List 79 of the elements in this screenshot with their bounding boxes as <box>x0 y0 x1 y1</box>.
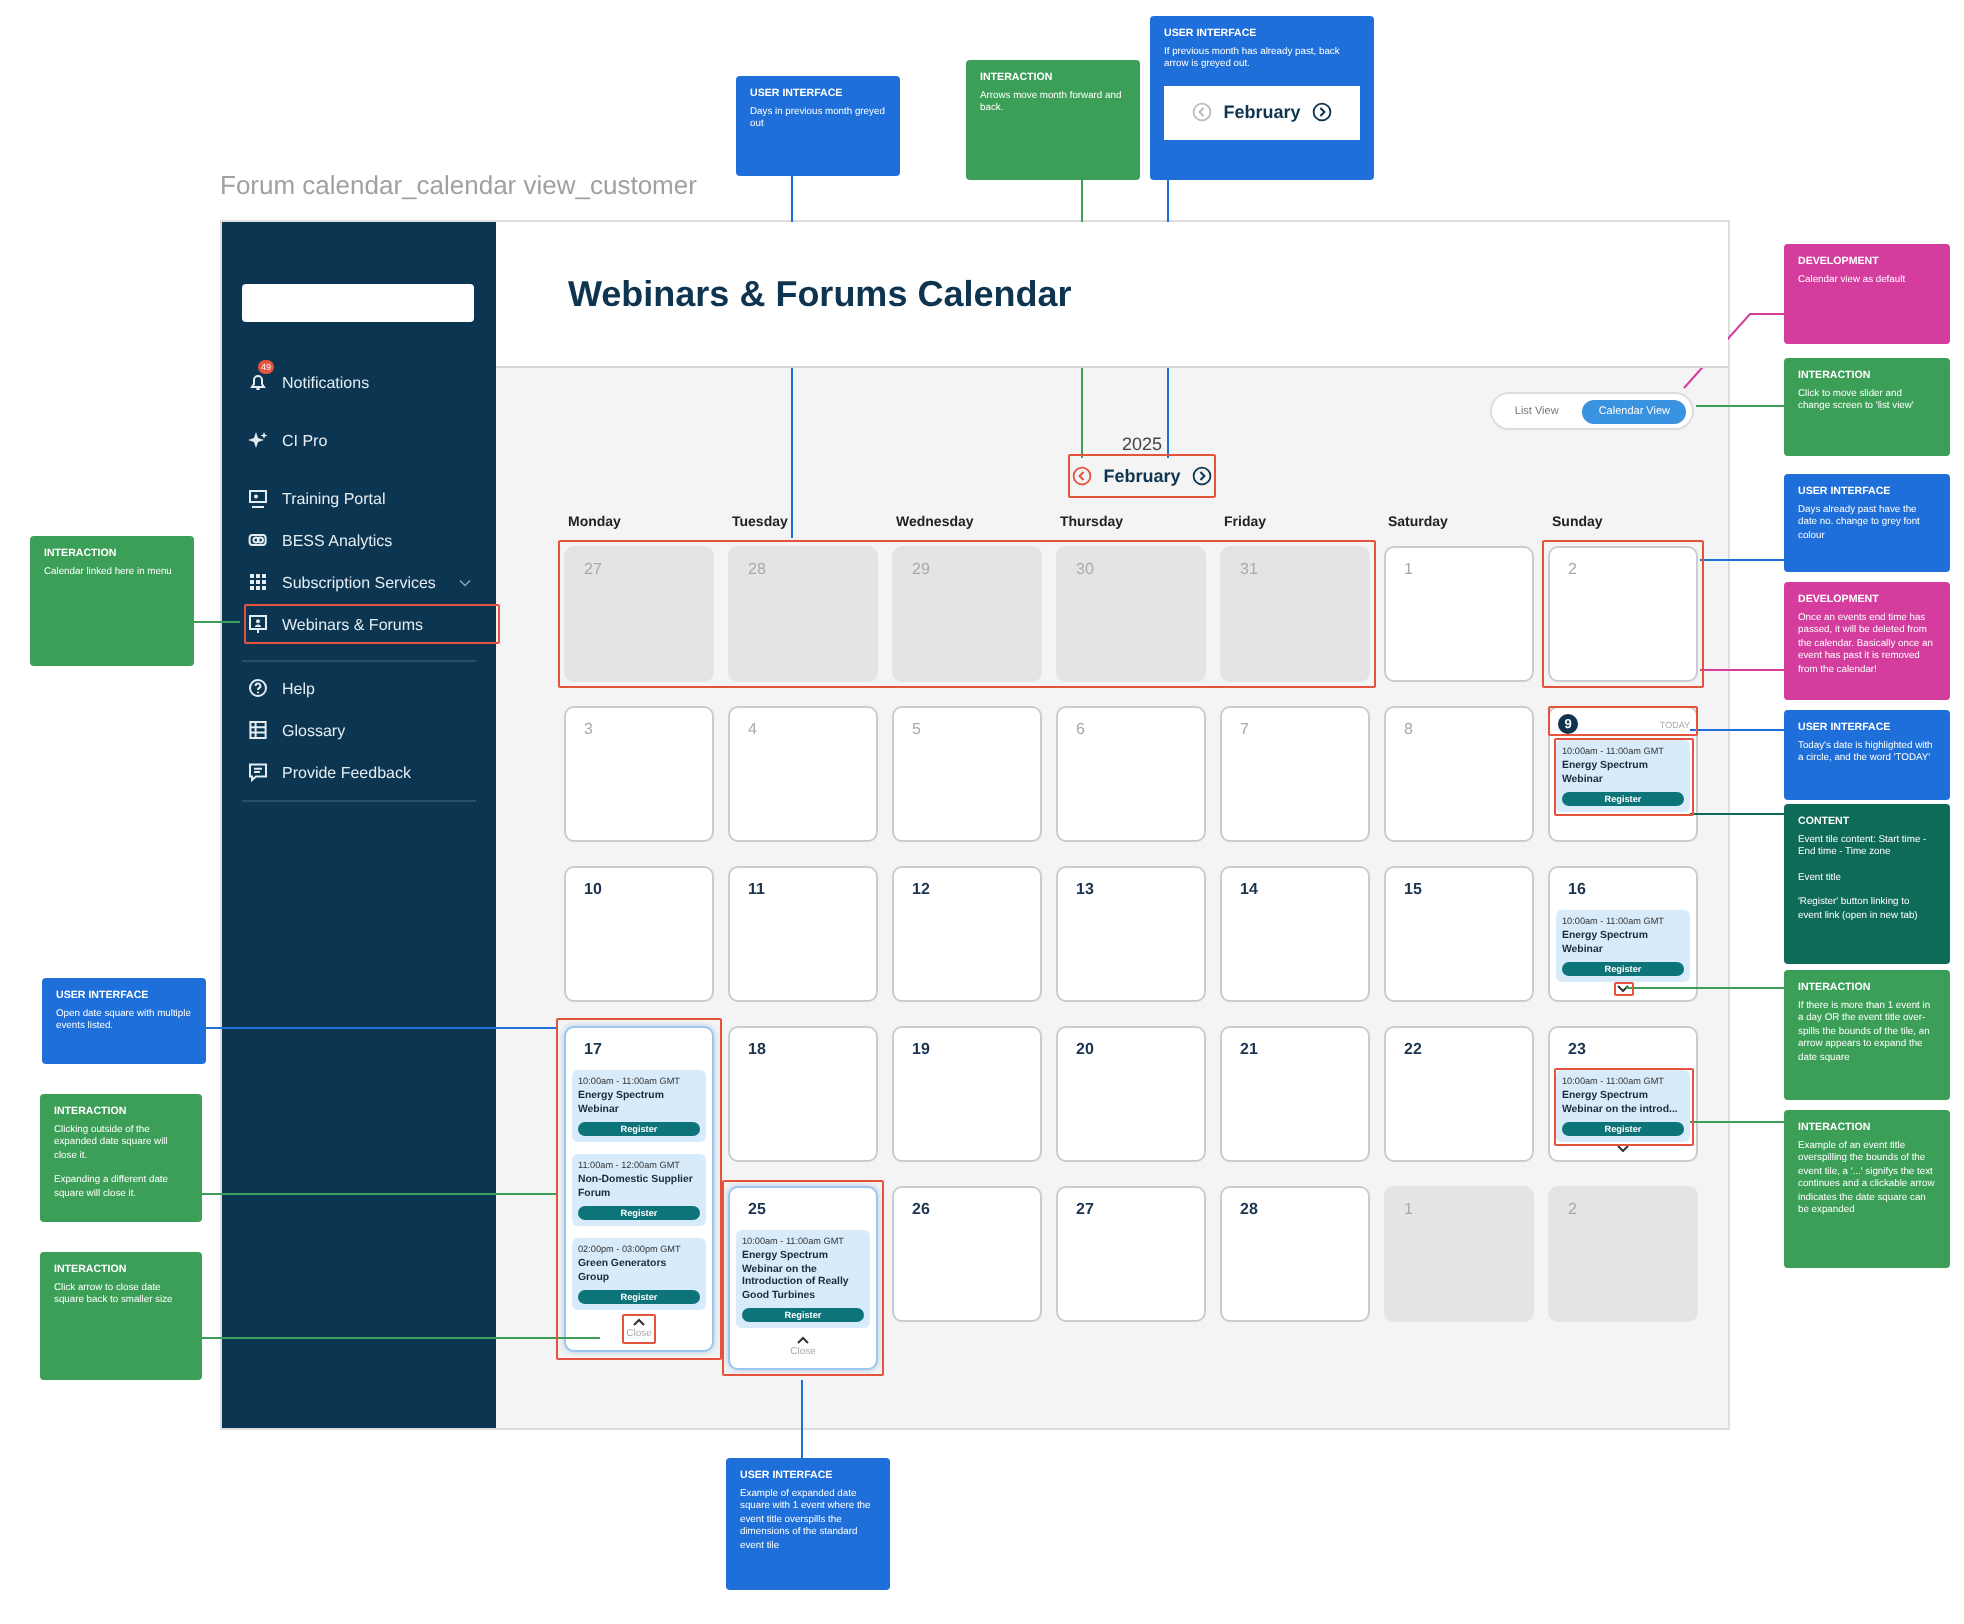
date-number: 5 <box>910 718 921 740</box>
date-number: 30 <box>1074 558 1094 580</box>
previous-month-icon[interactable] <box>1071 466 1092 486</box>
date-square[interactable]: 14 <box>1220 866 1370 1002</box>
date-number: 22 <box>1402 1038 1422 1060</box>
chat-icon <box>248 762 268 782</box>
date-square[interactable]: 13 <box>1056 866 1206 1002</box>
date-square[interactable]: 12 <box>892 866 1042 1002</box>
date-number: 1 <box>1402 558 1413 580</box>
date-number: 23 <box>1566 1038 1586 1060</box>
date-number: 10 <box>582 878 602 900</box>
expand-chevron-icon[interactable] <box>1616 984 1630 992</box>
date-number: 20 <box>1074 1038 1094 1060</box>
page-title: Forum calendar_calendar view_customer <box>220 170 697 200</box>
highlight-frame <box>1613 981 1633 995</box>
menu-item[interactable]: BESS Analytics <box>248 524 496 556</box>
month-label: February <box>1223 102 1301 123</box>
monitor-icon <box>248 488 268 508</box>
date-square[interactable]: 26 <box>892 1186 1042 1322</box>
collapse-chevron-icon <box>795 1336 810 1344</box>
date-number: 27 <box>1074 1198 1094 1220</box>
date-square[interactable]: 11 <box>728 866 878 1002</box>
search-field[interactable] <box>242 284 474 322</box>
date-number: 2 <box>1566 1198 1577 1220</box>
menu-item[interactable]: CI Pro <box>248 424 496 456</box>
date-number: 14 <box>1238 878 1258 900</box>
date-number: 26 <box>910 1198 930 1220</box>
date-number: 15 <box>1402 878 1422 900</box>
date-number: 4 <box>746 718 757 740</box>
table-icon <box>248 720 268 740</box>
menu-item[interactable]: Webinars & Forums <box>248 608 496 640</box>
menu-item[interactable]: Training Portal <box>248 482 496 514</box>
date-number: 28 <box>746 558 766 580</box>
date-number: 27 <box>582 558 602 580</box>
presentation-icon <box>248 614 268 634</box>
date-number: 7 <box>1238 718 1249 740</box>
date-number: 13 <box>1074 878 1094 900</box>
page-heading: Webinars & Forums Calendar <box>568 273 1072 315</box>
date-square[interactable]: 22 <box>1384 1026 1534 1162</box>
sparkle-icon <box>248 430 268 450</box>
date-number: 18 <box>746 1038 766 1060</box>
month-label: February <box>1103 466 1181 486</box>
date-square[interactable]: 27 <box>1056 1186 1206 1322</box>
date-square[interactable]: 19 <box>892 1026 1042 1162</box>
date-number: 16 <box>1566 878 1586 900</box>
date-number: 12 <box>910 878 930 900</box>
date-square[interactable]: 21 <box>1220 1026 1370 1162</box>
next-month-icon[interactable] <box>1192 466 1213 486</box>
menu-item[interactable]: Glossary <box>248 714 496 746</box>
menu-item[interactable]: Help <box>248 672 496 704</box>
date-number: 25 <box>746 1198 766 1220</box>
date-number: 28 <box>1238 1198 1258 1220</box>
grid-icon <box>248 572 268 592</box>
date-square[interactable]: 28 <box>1220 1186 1370 1322</box>
date-number: 31 <box>1238 558 1258 580</box>
date-number: 19 <box>910 1038 930 1060</box>
date-number: 17 <box>582 1038 602 1060</box>
date-number: 2 <box>1566 558 1577 580</box>
menu-item[interactable]: Subscription Services <box>248 566 496 598</box>
expand-chevron-icon[interactable] <box>1616 1144 1630 1152</box>
date-number: 11 <box>746 878 765 900</box>
menu-item[interactable]: Provide Feedback <box>248 756 496 788</box>
date-number: 6 <box>1074 718 1085 740</box>
year-label: 2025 <box>1119 434 1165 456</box>
date-square[interactable]: 20 <box>1056 1026 1206 1162</box>
bell-icon <box>248 372 268 392</box>
battery-icon <box>248 530 268 550</box>
date-number: 21 <box>1238 1038 1258 1060</box>
date-number: 29 <box>910 558 930 580</box>
date-square[interactable]: 15 <box>1384 866 1534 1002</box>
date-number: 3 <box>582 718 593 740</box>
date-square[interactable]: 10 <box>564 866 714 1002</box>
date-square[interactable]: 18 <box>728 1026 878 1162</box>
help-icon <box>248 678 268 698</box>
collapse-chevron-icon <box>631 1318 646 1326</box>
date-number: 8 <box>1402 718 1413 740</box>
next-month-icon[interactable] <box>1312 102 1333 123</box>
chevron-icon[interactable] <box>457 577 472 587</box>
date-number: 1 <box>1402 1198 1413 1220</box>
